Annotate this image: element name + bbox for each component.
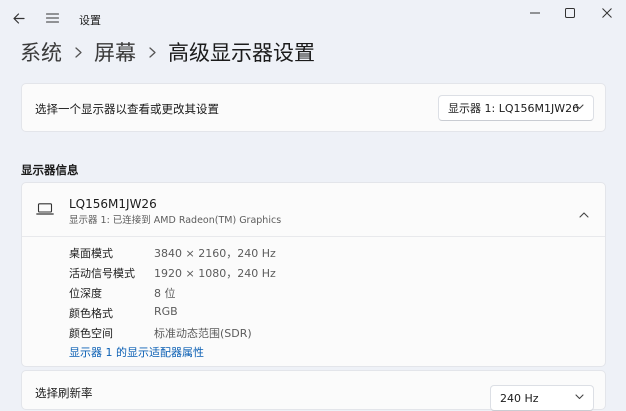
prop-value: 8 位 xyxy=(154,287,176,300)
display-select-dropdown[interactable]: 显示器 1: LQ156M1JW26 xyxy=(438,95,594,121)
prop-label: 桌面模式 xyxy=(69,247,113,260)
chevron-down-icon xyxy=(575,104,584,110)
refresh-rate-value: 240 Hz xyxy=(500,391,539,405)
prop-label: 颜色格式 xyxy=(69,307,113,320)
prop-value: RGB xyxy=(154,305,178,318)
breadcrumb-separator xyxy=(136,40,168,64)
refresh-rate-card: 选择刷新率 240 Hz xyxy=(21,370,606,411)
display-select-card: 选择一个显示器以查看或更改其设置 显示器 1: LQ156M1JW26 xyxy=(21,83,606,132)
close-icon xyxy=(602,8,612,18)
maximize-icon xyxy=(565,8,575,18)
prop-value: 3840 × 2160，240 Hz xyxy=(154,247,276,260)
prop-label: 活动信号模式 xyxy=(69,267,135,280)
hamburger-menu-icon xyxy=(45,13,59,23)
title-bar: 设置 xyxy=(0,0,626,36)
display-info-card: LQ156M1JW26 显示器 1: 已连接到 AMD Radeon(TM) G… xyxy=(21,182,606,367)
breadcrumb-item-display[interactable]: 屏幕 xyxy=(94,37,136,67)
chevron-up-icon xyxy=(579,212,589,218)
prop-label: 位深度 xyxy=(69,287,102,300)
menu-button[interactable] xyxy=(41,9,63,27)
maximize-button[interactable] xyxy=(553,2,587,24)
breadcrumb-separator xyxy=(62,40,94,64)
prop-label: 颜色空间 xyxy=(69,327,113,340)
laptop-monitor-icon xyxy=(36,203,54,215)
refresh-rate-dropdown[interactable]: 240 Hz xyxy=(490,385,594,411)
display-info-header[interactable]: LQ156M1JW26 显示器 1: 已连接到 AMD Radeon(TM) G… xyxy=(22,183,605,237)
minimize-button[interactable] xyxy=(518,2,552,24)
section-title-display-info: 显示器信息 xyxy=(21,163,79,177)
minimize-icon xyxy=(530,12,540,14)
monitor-name: LQ156M1JW26 xyxy=(69,197,157,211)
page-title: 高级显示器设置 xyxy=(168,41,315,65)
chevron-down-icon xyxy=(575,394,584,400)
prop-value: 1920 × 1080，240 Hz xyxy=(154,267,276,280)
close-button[interactable] xyxy=(590,2,624,24)
breadcrumb: 系统 屏幕 高级显示器设置 xyxy=(20,36,315,68)
collapse-button[interactable] xyxy=(579,203,589,222)
chevron-right-icon xyxy=(148,46,156,58)
display-select-value: 显示器 1: LQ156M1JW26 xyxy=(448,102,580,115)
window-title: 设置 xyxy=(79,14,101,27)
display-adapter-properties-link[interactable]: 显示器 1 的显示适配器属性 xyxy=(69,344,204,360)
chevron-right-icon xyxy=(74,46,82,58)
display-select-label: 选择一个显示器以查看或更改其设置 xyxy=(35,102,219,116)
monitor-connection-info: 显示器 1: 已连接到 AMD Radeon(TM) Graphics xyxy=(69,215,282,226)
prop-value: 标准动态范围(SDR) xyxy=(154,327,252,340)
breadcrumb-item-system[interactable]: 系统 xyxy=(20,37,62,67)
back-arrow-icon xyxy=(13,12,25,24)
refresh-rate-label: 选择刷新率 xyxy=(35,386,93,400)
back-button[interactable] xyxy=(9,9,29,27)
